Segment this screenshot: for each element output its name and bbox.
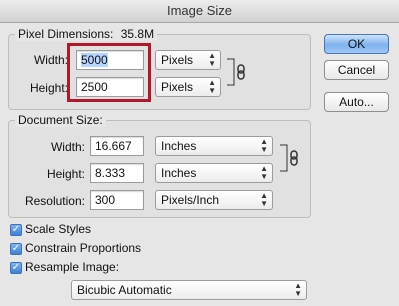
pixel-dimensions-size: 35.8M bbox=[120, 27, 155, 41]
select-arrows-icon: ▲ ▼ bbox=[260, 137, 268, 154]
resolution-value: 300 bbox=[95, 193, 116, 207]
resolution-unit-label: Pixels/Inch bbox=[161, 193, 220, 207]
pixel-constrain-bracket bbox=[226, 57, 250, 87]
constrain-proportions-checkbox[interactable]: ✓ bbox=[10, 243, 22, 255]
doc-width-input[interactable]: 16.667 bbox=[90, 136, 144, 156]
resample-image-checkbox[interactable]: ✓ bbox=[10, 262, 22, 274]
pixel-dimensions-group bbox=[8, 34, 311, 110]
pixel-height-unit-label: Pixels bbox=[161, 80, 194, 94]
pixel-width-unit-label: Pixels bbox=[161, 53, 194, 67]
pixel-dimensions-legend: Pixel Dimensions: 35.8M bbox=[15, 27, 158, 41]
pixel-width-label: Width: bbox=[33, 53, 68, 67]
window-title: Image Size bbox=[0, 0, 399, 23]
doc-height-unit-label: Inches bbox=[161, 166, 197, 180]
doc-width-label: Width: bbox=[50, 140, 85, 154]
chain-link-icon bbox=[237, 64, 245, 80]
scale-styles-checkbox[interactable]: ✓ bbox=[10, 224, 22, 236]
doc-height-input[interactable]: 8.333 bbox=[90, 163, 144, 183]
resolution-unit-select[interactable]: Pixels/Inch ▲ ▼ bbox=[155, 190, 273, 210]
scale-styles-label: Scale Styles bbox=[25, 222, 92, 236]
select-arrows-icon: ▲ ▼ bbox=[208, 78, 216, 95]
cancel-button[interactable]: Cancel bbox=[324, 60, 389, 80]
resample-method-label: Bicubic Automatic bbox=[77, 283, 172, 297]
resample-method-select[interactable]: Bicubic Automatic ▲ ▼ bbox=[71, 280, 307, 300]
resolution-label: Resolution: bbox=[24, 194, 85, 208]
select-arrows-icon: ▲ ▼ bbox=[260, 164, 268, 181]
pixel-width-unit-select[interactable]: Pixels ▲ ▼ bbox=[155, 50, 221, 70]
pixel-dimensions-label: Pixel Dimensions: bbox=[18, 27, 114, 41]
doc-constrain-bracket bbox=[279, 143, 303, 173]
doc-height-value: 8.333 bbox=[95, 166, 126, 180]
doc-width-unit-select[interactable]: Inches ▲ ▼ bbox=[155, 136, 273, 156]
doc-height-label: Height: bbox=[46, 167, 85, 181]
pixel-height-label: Height: bbox=[29, 81, 68, 95]
checkmark-icon: ✓ bbox=[11, 224, 21, 235]
select-arrows-icon: ▲ ▼ bbox=[260, 191, 268, 208]
doc-height-unit-select[interactable]: Inches ▲ ▼ bbox=[155, 163, 273, 183]
doc-width-unit-label: Inches bbox=[161, 139, 197, 153]
checkmark-icon: ✓ bbox=[11, 262, 21, 273]
checkmark-icon: ✓ bbox=[11, 243, 21, 254]
select-arrows-icon: ▲ ▼ bbox=[208, 51, 216, 68]
document-size-legend: Document Size: bbox=[15, 113, 106, 127]
chain-link-icon bbox=[290, 150, 298, 166]
ok-button[interactable]: OK bbox=[324, 34, 389, 54]
resolution-input[interactable]: 300 bbox=[90, 190, 144, 210]
constrain-proportions-label: Constrain Proportions bbox=[25, 241, 142, 255]
resample-image-label: Resample Image: bbox=[25, 260, 120, 274]
highlight-box bbox=[67, 43, 151, 102]
auto-button[interactable]: Auto... bbox=[324, 92, 389, 112]
select-arrows-icon: ▲ ▼ bbox=[294, 281, 302, 298]
pixel-height-unit-select[interactable]: Pixels ▲ ▼ bbox=[155, 77, 221, 97]
doc-width-value: 16.667 bbox=[95, 139, 132, 153]
